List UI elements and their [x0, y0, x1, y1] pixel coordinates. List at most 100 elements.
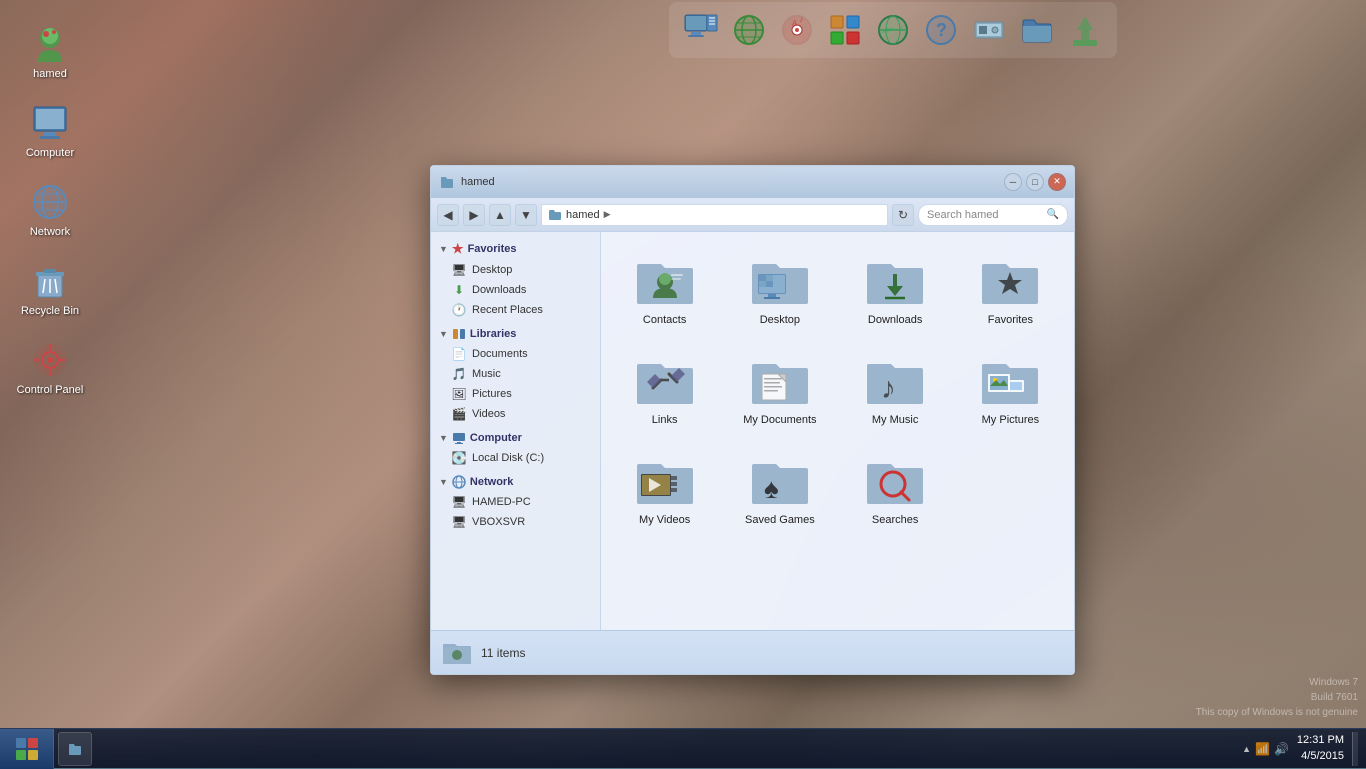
desktop-icon-network[interactable]: Network	[10, 178, 90, 242]
title-bar: hamed ─ □ ✕	[431, 166, 1074, 198]
sidebar-item-pictures[interactable]: 🖼 Pictures	[431, 384, 600, 404]
svg-text:♪: ♪	[881, 372, 896, 405]
folder-downloads[interactable]: Downloads	[842, 242, 949, 334]
computer-chevron: ▼	[439, 433, 448, 443]
maximize-button[interactable]: □	[1026, 173, 1044, 191]
downloads-sidebar-icon: ⬇	[451, 282, 467, 298]
network-label: Network	[30, 226, 70, 238]
search-bar[interactable]: Search hamed 🔍	[918, 204, 1068, 226]
sidebar-libraries-header[interactable]: ▼ Libraries	[431, 324, 600, 344]
desktop-icon-recycle[interactable]: Recycle Bin	[10, 257, 90, 321]
status-bar: 11 items	[431, 630, 1074, 674]
sidebar-favorites-header[interactable]: ▼ ★ Favorites	[431, 238, 600, 260]
show-hidden-icons-btn[interactable]: ▲	[1242, 744, 1251, 754]
folder-myvideos[interactable]: My Videos	[611, 442, 718, 534]
forward-button[interactable]: ▶	[463, 204, 485, 226]
control-panel-icon	[30, 340, 70, 380]
desktop-icon-control-panel[interactable]: Control Panel	[10, 336, 90, 400]
sidebar-network-header[interactable]: ▼ Network	[431, 472, 600, 492]
svg-text:♪: ♪	[799, 15, 803, 24]
recycle-bin-icon	[30, 261, 70, 301]
folder-mymusic[interactable]: ♪ My Music	[842, 342, 949, 434]
start-button[interactable]	[0, 729, 54, 769]
toolbar-globe2-btn[interactable]	[871, 8, 915, 52]
sidebar-item-downloads[interactable]: ⬇ Downloads	[431, 280, 600, 300]
network-sidebar-label: Network	[470, 476, 513, 488]
network-tray-icon: 📶	[1255, 742, 1270, 756]
taskbar-date: 4/5/2015	[1297, 749, 1344, 764]
downloads-label: Downloads	[868, 314, 922, 326]
toolbar-icons-container: A ♪ ?	[669, 2, 1117, 58]
toolbar-monitor-btn[interactable]	[679, 8, 723, 52]
sidebar-item-vboxsvr[interactable]: 🖥 VBOXSVR	[431, 512, 600, 532]
recent-places-icon: 🕐	[451, 302, 467, 318]
toolbar-recycle-btn[interactable]	[1063, 8, 1107, 52]
toolbar-drive-btn[interactable]	[967, 8, 1011, 52]
folder-favorites[interactable]: Favorites	[957, 242, 1064, 334]
sidebar-section-favorites: ▼ ★ Favorites 🖥 Desktop ⬇ Downloads 🕐 Re…	[431, 238, 600, 320]
close-button[interactable]: ✕	[1048, 173, 1066, 191]
watermark: Windows 7 Build 7601 This copy of Window…	[1188, 671, 1366, 724]
toolbar-puzzle-btn[interactable]	[823, 8, 867, 52]
folder-mydocuments[interactable]: My Documents	[726, 342, 833, 434]
main-area: Contacts	[601, 232, 1074, 630]
taskbar-datetime[interactable]: 12:31 PM 4/5/2015	[1297, 733, 1344, 764]
links-label: Links	[652, 414, 678, 426]
status-folder-icon	[441, 637, 473, 669]
folder-links[interactable]: Links	[611, 342, 718, 434]
computer-sidebar-icon	[452, 431, 466, 445]
libraries-chevron: ▼	[439, 329, 448, 339]
hamed-label: hamed	[33, 68, 67, 80]
toolbar-folder-btn[interactable]	[1015, 8, 1059, 52]
pictures-sidebar-icon: 🖼	[451, 386, 467, 402]
recent-button[interactable]: ▼	[515, 204, 537, 226]
sidebar: ▼ ★ Favorites 🖥 Desktop ⬇ Downloads 🕐 Re…	[431, 232, 601, 630]
folder-mypictures[interactable]: My Pictures	[957, 342, 1064, 434]
network-chevron: ▼	[439, 477, 448, 487]
folder-desktop[interactable]: Desktop	[726, 242, 833, 334]
back-button[interactable]: ◀	[437, 204, 459, 226]
contacts-folder-icon	[633, 250, 697, 310]
sidebar-section-computer: ▼ Computer 💽 Local Disk (C:)	[431, 428, 600, 468]
watermark-line2: Build 7601	[1196, 690, 1358, 705]
folder-contacts[interactable]: Contacts	[611, 242, 718, 334]
watermark-line3: This copy of Windows is not genuine	[1196, 705, 1358, 720]
search-icon: 🔍	[1047, 209, 1059, 220]
show-desktop-btn[interactable]	[1352, 732, 1358, 766]
sidebar-item-videos[interactable]: 🎬 Videos	[431, 404, 600, 424]
explorer-window: hamed ─ □ ✕ ◀ ▶ ▲ ▼ hamed ▶ ↻ Search ham…	[430, 165, 1075, 675]
localdisk-icon: 💽	[451, 450, 467, 466]
sidebar-item-recent-places[interactable]: 🕐 Recent Places	[431, 300, 600, 320]
sidebar-computer-header[interactable]: ▼ Computer	[431, 428, 600, 448]
toolbar-globe-btn[interactable]	[727, 8, 771, 52]
desktop-icon-hamed[interactable]: hamed	[10, 20, 90, 84]
search-placeholder: Search hamed	[927, 209, 999, 221]
folder-savedgames[interactable]: ♠ Saved Games	[726, 442, 833, 534]
minimize-button[interactable]: ─	[1004, 173, 1022, 191]
sidebar-item-localdisk[interactable]: 💽 Local Disk (C:)	[431, 448, 600, 468]
sidebar-item-hamedpc[interactable]: 🖥 HAMED-PC	[431, 492, 600, 512]
top-toolbar: A ♪ ?	[420, 0, 1366, 60]
sidebar-item-music[interactable]: 🎵 Music	[431, 364, 600, 384]
up-button[interactable]: ▲	[489, 204, 511, 226]
watermark-line1: Windows 7	[1196, 675, 1358, 690]
sidebar-item-desktop[interactable]: 🖥 Desktop	[431, 260, 600, 280]
recycle-label: Recycle Bin	[21, 305, 79, 317]
svg-text:A: A	[792, 19, 798, 28]
window-title: hamed	[461, 176, 495, 188]
address-bar[interactable]: hamed ▶	[541, 204, 888, 226]
taskbar-item-explorer[interactable]	[58, 732, 92, 766]
refresh-button[interactable]: ↻	[892, 204, 914, 226]
favorites-label: Favorites	[468, 243, 517, 255]
sidebar-videos-label: Videos	[472, 408, 505, 420]
folder-searches[interactable]: Searches	[842, 442, 949, 534]
sidebar-item-documents[interactable]: 📄 Documents	[431, 344, 600, 364]
svg-text:♠: ♠	[764, 473, 779, 504]
toolbar-dvd-btn[interactable]: A ♪	[775, 8, 819, 52]
svg-text:?: ?	[936, 20, 947, 40]
mymusic-folder-icon: ♪	[863, 350, 927, 410]
desktop-icon-computer[interactable]: Computer	[10, 99, 90, 163]
toolbar-help-btn[interactable]: ?	[919, 8, 963, 52]
taskbar-time: 12:31 PM	[1297, 733, 1344, 748]
explorer-window-icon	[439, 174, 455, 190]
